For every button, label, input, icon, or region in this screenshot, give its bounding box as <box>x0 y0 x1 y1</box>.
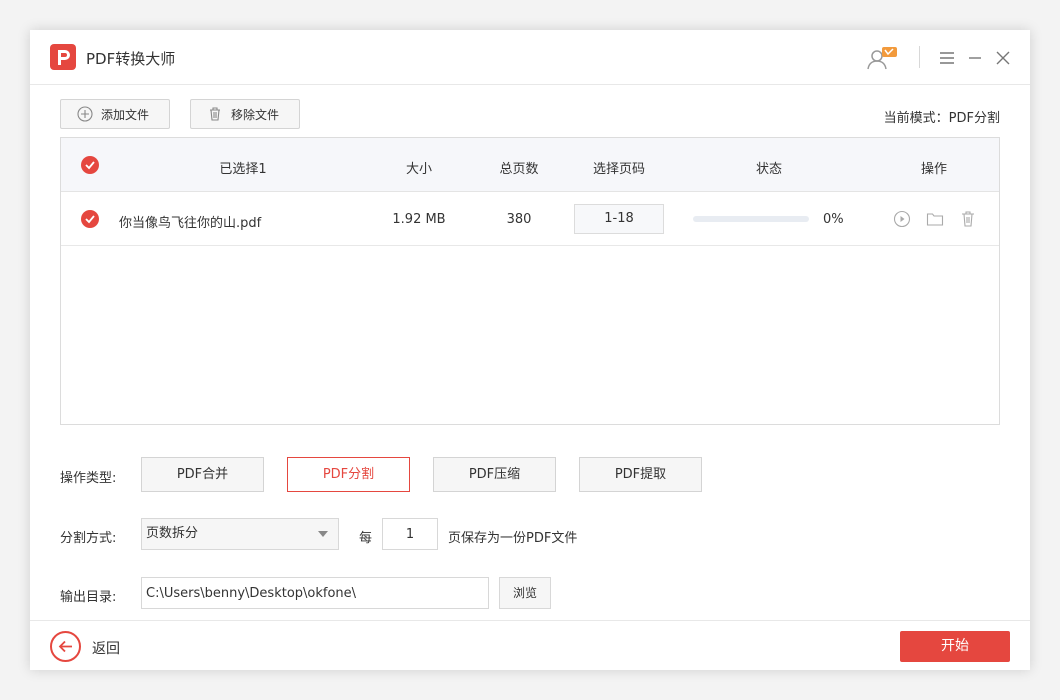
close-icon[interactable] <box>991 46 1015 70</box>
operation-type-label: 操作类型: <box>60 471 117 486</box>
add-file-button[interactable]: 添加文件 <box>60 99 170 129</box>
header-status: 状态 <box>755 162 783 177</box>
file-table: 已选择1 大小 总页数 选择页码 状态 操作 你当像鸟飞往你的山.pdf 1.9… <box>60 137 1000 425</box>
folder-icon[interactable] <box>926 210 944 228</box>
add-file-label: 添加文件 <box>101 107 150 122</box>
op-split-button[interactable]: PDF分割 <box>287 457 410 492</box>
menu-icon[interactable] <box>935 46 959 70</box>
arrow-left-icon[interactable] <box>50 631 81 662</box>
browse-button[interactable]: 浏览 <box>499 577 551 609</box>
trash-icon <box>210 107 220 121</box>
select-all-check-icon[interactable] <box>81 156 99 174</box>
header-actions: 操作 <box>920 162 948 177</box>
current-mode-text: 当前模式：PDF分割 <box>883 111 1000 126</box>
every-label: 每 <box>359 531 373 546</box>
output-path-input[interactable] <box>141 577 489 609</box>
progress-text: 0% <box>823 212 844 227</box>
file-name: 你当像鸟飞往你的山.pdf <box>119 216 262 231</box>
progress-bar <box>693 216 809 222</box>
minimize-icon[interactable] <box>963 46 987 70</box>
title-bar: PDF转换大师 <box>30 30 1030 85</box>
remove-file-button[interactable]: 移除文件 <box>190 99 300 129</box>
play-icon[interactable] <box>893 210 911 228</box>
header-pages: 总页数 <box>499 162 539 177</box>
header-selected: 已选择1 <box>219 162 267 177</box>
title-separator <box>919 46 920 68</box>
file-pages: 380 <box>506 212 532 227</box>
split-method-label: 分割方式: <box>60 531 117 546</box>
op-merge-button[interactable]: PDF合并 <box>141 457 264 492</box>
split-suffix-label: 页保存为一份PDF文件 <box>448 531 578 546</box>
start-button[interactable]: 开始 <box>900 631 1010 662</box>
table-header: 已选择1 大小 总页数 选择页码 状态 操作 <box>61 138 999 192</box>
output-dir-label: 输出目录: <box>60 590 117 605</box>
file-size: 1.92 MB <box>392 212 446 227</box>
footer: 返回 开始 <box>30 620 1030 670</box>
row-check-icon[interactable] <box>81 210 99 228</box>
delete-row-trash-icon[interactable] <box>959 210 977 228</box>
op-compress-button[interactable]: PDF压缩 <box>433 457 556 492</box>
header-size: 大小 <box>405 162 433 177</box>
op-extract-button[interactable]: PDF提取 <box>579 457 702 492</box>
split-method-value: 页数拆分 <box>146 526 199 541</box>
table-row: 你当像鸟飞往你的山.pdf 1.92 MB 380 1-18 0% <box>61 192 999 246</box>
header-page-range: 选择页码 <box>592 162 646 177</box>
remove-file-label: 移除文件 <box>231 107 280 122</box>
app-window: PDF转换大师 添加文件 移除文件 当前模式：PDF分割 已选择1 大小 总页数… <box>30 30 1030 670</box>
page-count-input[interactable] <box>382 518 438 550</box>
app-title: PDF转换大师 <box>86 50 176 68</box>
pdf-logo-icon <box>50 44 76 70</box>
split-method-select[interactable]: 页数拆分 <box>141 518 339 550</box>
plus-circle-icon <box>77 106 93 122</box>
back-button[interactable]: 返回 <box>92 638 120 658</box>
dropdown-arrow-icon <box>318 531 328 537</box>
user-vip-icon[interactable] <box>865 46 897 70</box>
page-range-input[interactable]: 1-18 <box>574 204 664 234</box>
